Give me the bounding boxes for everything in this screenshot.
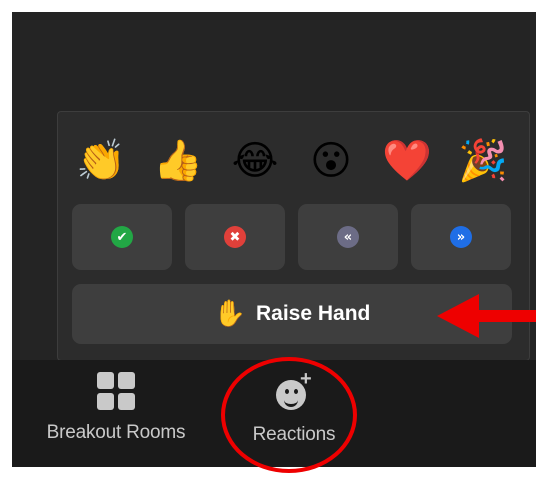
tears-of-joy-emoji[interactable]: 😂	[230, 136, 280, 186]
breakout-rooms-label: Breakout Rooms	[46, 422, 186, 443]
red-heart-emoji[interactable]: ❤️	[382, 136, 432, 186]
open-mouth-emoji[interactable]: 😮	[306, 136, 356, 186]
checkmark-icon: ✔	[111, 226, 133, 248]
x-icon: ✖	[224, 226, 246, 248]
raise-hand-label: Raise Hand	[256, 302, 371, 325]
fast-forward-icon: »	[450, 226, 472, 248]
slow-down-button[interactable]: «	[298, 204, 398, 270]
no-button[interactable]: ✖	[185, 204, 285, 270]
party-popper-emoji[interactable]: 🎉	[458, 136, 508, 186]
red-circle-annotation	[221, 357, 357, 473]
yes-button[interactable]: ✔	[72, 204, 172, 270]
grid-icon	[97, 372, 135, 410]
red-arrow-annotation	[437, 294, 536, 338]
raised-hand-icon: ✋	[213, 299, 246, 329]
clap-emoji[interactable]: 👏	[76, 136, 126, 186]
speed-up-button[interactable]: »	[411, 204, 511, 270]
breakout-rooms-button[interactable]: Breakout Rooms	[28, 372, 204, 444]
rewind-icon: «	[337, 226, 359, 248]
thumbs-up-emoji[interactable]: 👍	[153, 136, 203, 186]
